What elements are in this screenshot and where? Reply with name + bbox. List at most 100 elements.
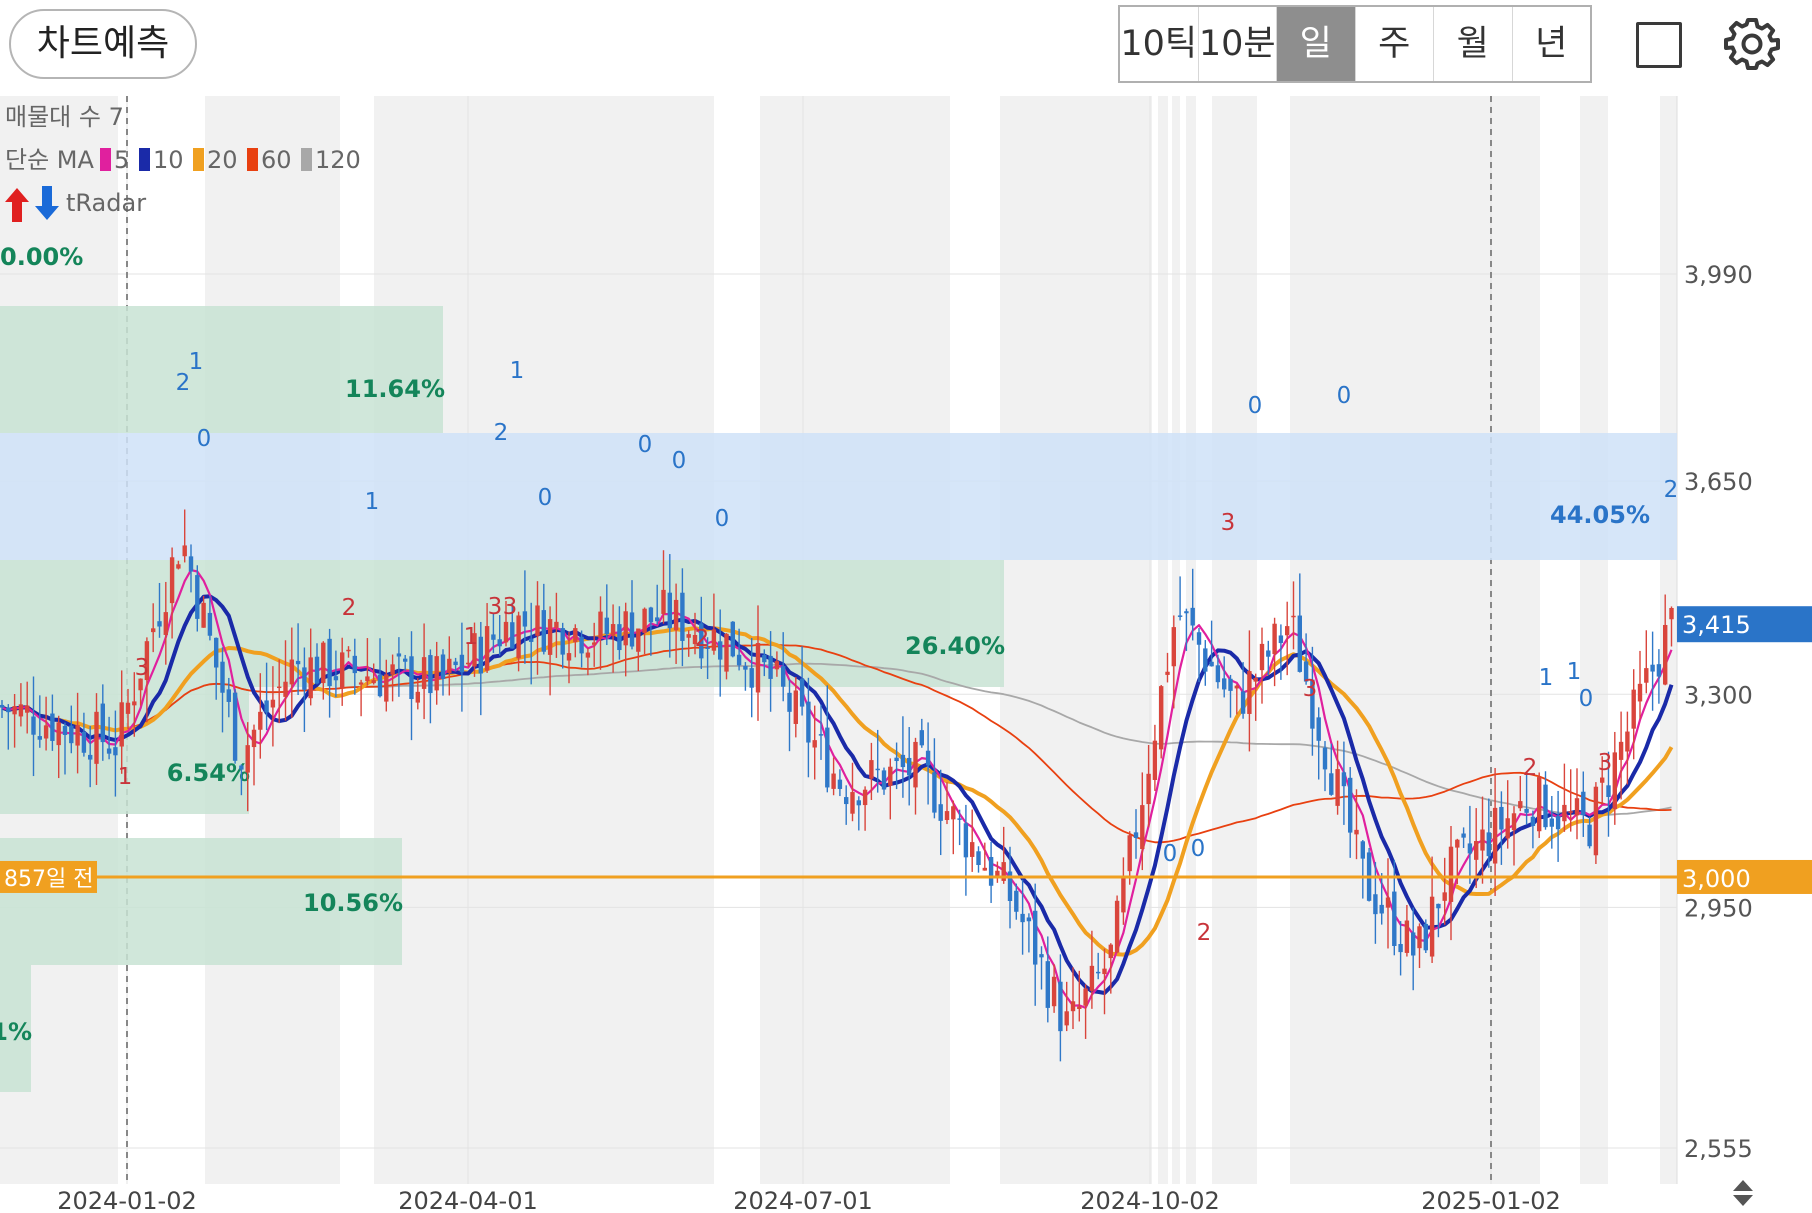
candle-body-13 (81, 731, 87, 753)
signal-marker-16: 0 (1163, 841, 1178, 867)
candle-body-49 (308, 657, 313, 699)
candle-body-237 (1492, 807, 1498, 864)
candle-body-64 (403, 658, 408, 662)
candle-body-91 (573, 628, 578, 643)
candle-body-108 (680, 592, 685, 641)
candle-body-126 (793, 690, 798, 724)
candle-body-29 (182, 545, 187, 557)
candle-body-41 (258, 711, 263, 730)
candle-body-232 (1461, 833, 1466, 838)
signal-marker-18: 1 (118, 764, 133, 790)
candle-body-197 (1240, 691, 1246, 714)
period-week[interactable]: 주 (1356, 7, 1434, 81)
candle-body-27 (169, 557, 175, 604)
candle-body-213 (1341, 772, 1347, 787)
candle-body-162 (1020, 913, 1025, 923)
candle-body-66 (415, 691, 420, 703)
candle-body-119 (749, 668, 754, 688)
candle-body-193 (1215, 665, 1221, 683)
candle-body-133 (837, 779, 843, 789)
candle-body-150 (944, 811, 950, 821)
candle-body-21 (132, 701, 137, 706)
volume-bar-3 (0, 687, 249, 814)
candle-body-170 (1070, 1001, 1076, 1012)
candle-body-190 (1196, 632, 1202, 645)
candle-body-121 (762, 654, 767, 663)
candle-body-31 (195, 575, 200, 619)
candle-body-138 (869, 760, 874, 779)
candle-body-107 (673, 599, 679, 631)
x-tick-label-4: 2025-01-02 (1421, 1187, 1560, 1213)
period-selector: 10틱 10분 일 주 월 년 (1118, 5, 1592, 83)
period-10min[interactable]: 10분 (1199, 7, 1277, 81)
candle-body-10 (62, 725, 68, 735)
signal-marker-11: 0 (1337, 383, 1352, 409)
candle-body-90 (566, 653, 572, 661)
candle-body-220 (1385, 897, 1391, 908)
candle-body-142 (894, 757, 899, 762)
candle-body-212 (1335, 769, 1340, 806)
candle-body-116 (730, 621, 735, 657)
candle-body-86 (541, 610, 546, 652)
candle-body-74 (466, 662, 471, 665)
white-band-5 (1168, 96, 1172, 1184)
period-month[interactable]: 월 (1434, 7, 1513, 81)
candle-body-185 (1165, 671, 1170, 675)
candle-body-254 (1600, 777, 1605, 783)
candle-body-140 (881, 770, 887, 790)
candle-body-198 (1247, 671, 1252, 714)
candle-body-146 (919, 730, 924, 746)
signal-marker-23: 2 (695, 626, 710, 652)
y-tick-label-0: 2,555 (1684, 1135, 1753, 1163)
candle-body-258 (1625, 731, 1630, 752)
candle-body-36 (226, 689, 231, 702)
candle-body-33 (207, 612, 213, 636)
candle-body-246 (1549, 818, 1554, 827)
candle-body-216 (1360, 841, 1365, 859)
candle-body-114 (718, 641, 723, 660)
candle-body-97 (610, 624, 616, 636)
candle-body-122 (768, 655, 773, 679)
gear-icon[interactable] (1724, 16, 1780, 72)
candle-body-173 (1089, 965, 1095, 991)
signal-marker-12: 1 (1539, 665, 1554, 691)
square-icon[interactable] (1636, 22, 1682, 68)
candle-body-81 (510, 622, 515, 649)
candle-body-56 (352, 655, 357, 674)
candle-body-102 (642, 608, 647, 633)
period-day[interactable]: 일 (1277, 7, 1356, 81)
period-10tick[interactable]: 10틱 (1120, 7, 1199, 81)
candle-body-241 (1518, 801, 1523, 809)
price-chart[interactable]: 11.64%44.05%26.40%6.54%10.56%0.81%0.00% … (0, 96, 1812, 1213)
signal-marker-5: 0 (538, 485, 553, 511)
y-tick-label-4: 3,990 (1684, 261, 1753, 289)
candle-body-9 (56, 722, 61, 746)
candle-body-79 (497, 639, 502, 647)
period-year[interactable]: 년 (1513, 7, 1591, 81)
candle-body-26 (163, 612, 168, 635)
candle-body-76 (478, 636, 483, 674)
candle-body-179 (1127, 835, 1132, 872)
candle-body-80 (503, 621, 509, 643)
candle-body-24 (151, 628, 156, 633)
candle-body-262 (1650, 664, 1655, 672)
candle-body-118 (743, 665, 748, 670)
ma-60-label: 60 (261, 146, 292, 174)
signal-marker-1: 1 (189, 349, 204, 375)
candle-body-132 (831, 773, 836, 789)
candle-body-99 (623, 611, 628, 646)
candle-body-243 (1530, 816, 1536, 826)
candle-body-100 (629, 612, 635, 647)
candle-body-34 (214, 637, 219, 668)
candle-body-239 (1505, 818, 1510, 839)
y-tick-label-1: 2,950 (1684, 894, 1753, 922)
candle-body-67 (421, 657, 427, 689)
candle-body-93 (585, 652, 591, 658)
candle-body-231 (1455, 839, 1460, 848)
x-tick-label-1: 2024-04-01 (398, 1187, 537, 1213)
chart-predict-button[interactable]: 차트예측 (9, 9, 197, 79)
candle-body-242 (1524, 808, 1529, 813)
candle-body-50 (314, 656, 320, 684)
candle-body-229 (1442, 892, 1447, 901)
candle-body-247 (1555, 816, 1561, 830)
